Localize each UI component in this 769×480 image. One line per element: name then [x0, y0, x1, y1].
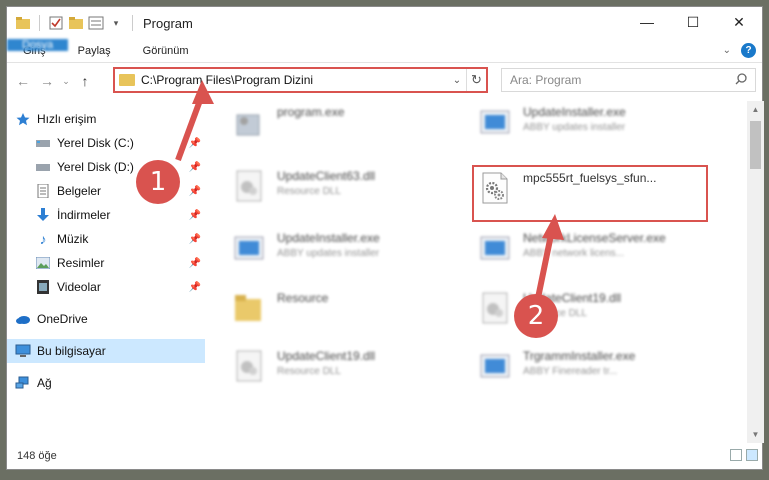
callout-two: 2 — [514, 294, 558, 338]
annotation-arrows — [175, 80, 564, 299]
arrow-one-shaft — [175, 93, 205, 162]
callout-one: 1 — [136, 160, 180, 204]
arrow-two-shaft — [535, 229, 555, 299]
arrow-two-head — [542, 214, 564, 240]
arrow-one-head — [192, 80, 214, 104]
